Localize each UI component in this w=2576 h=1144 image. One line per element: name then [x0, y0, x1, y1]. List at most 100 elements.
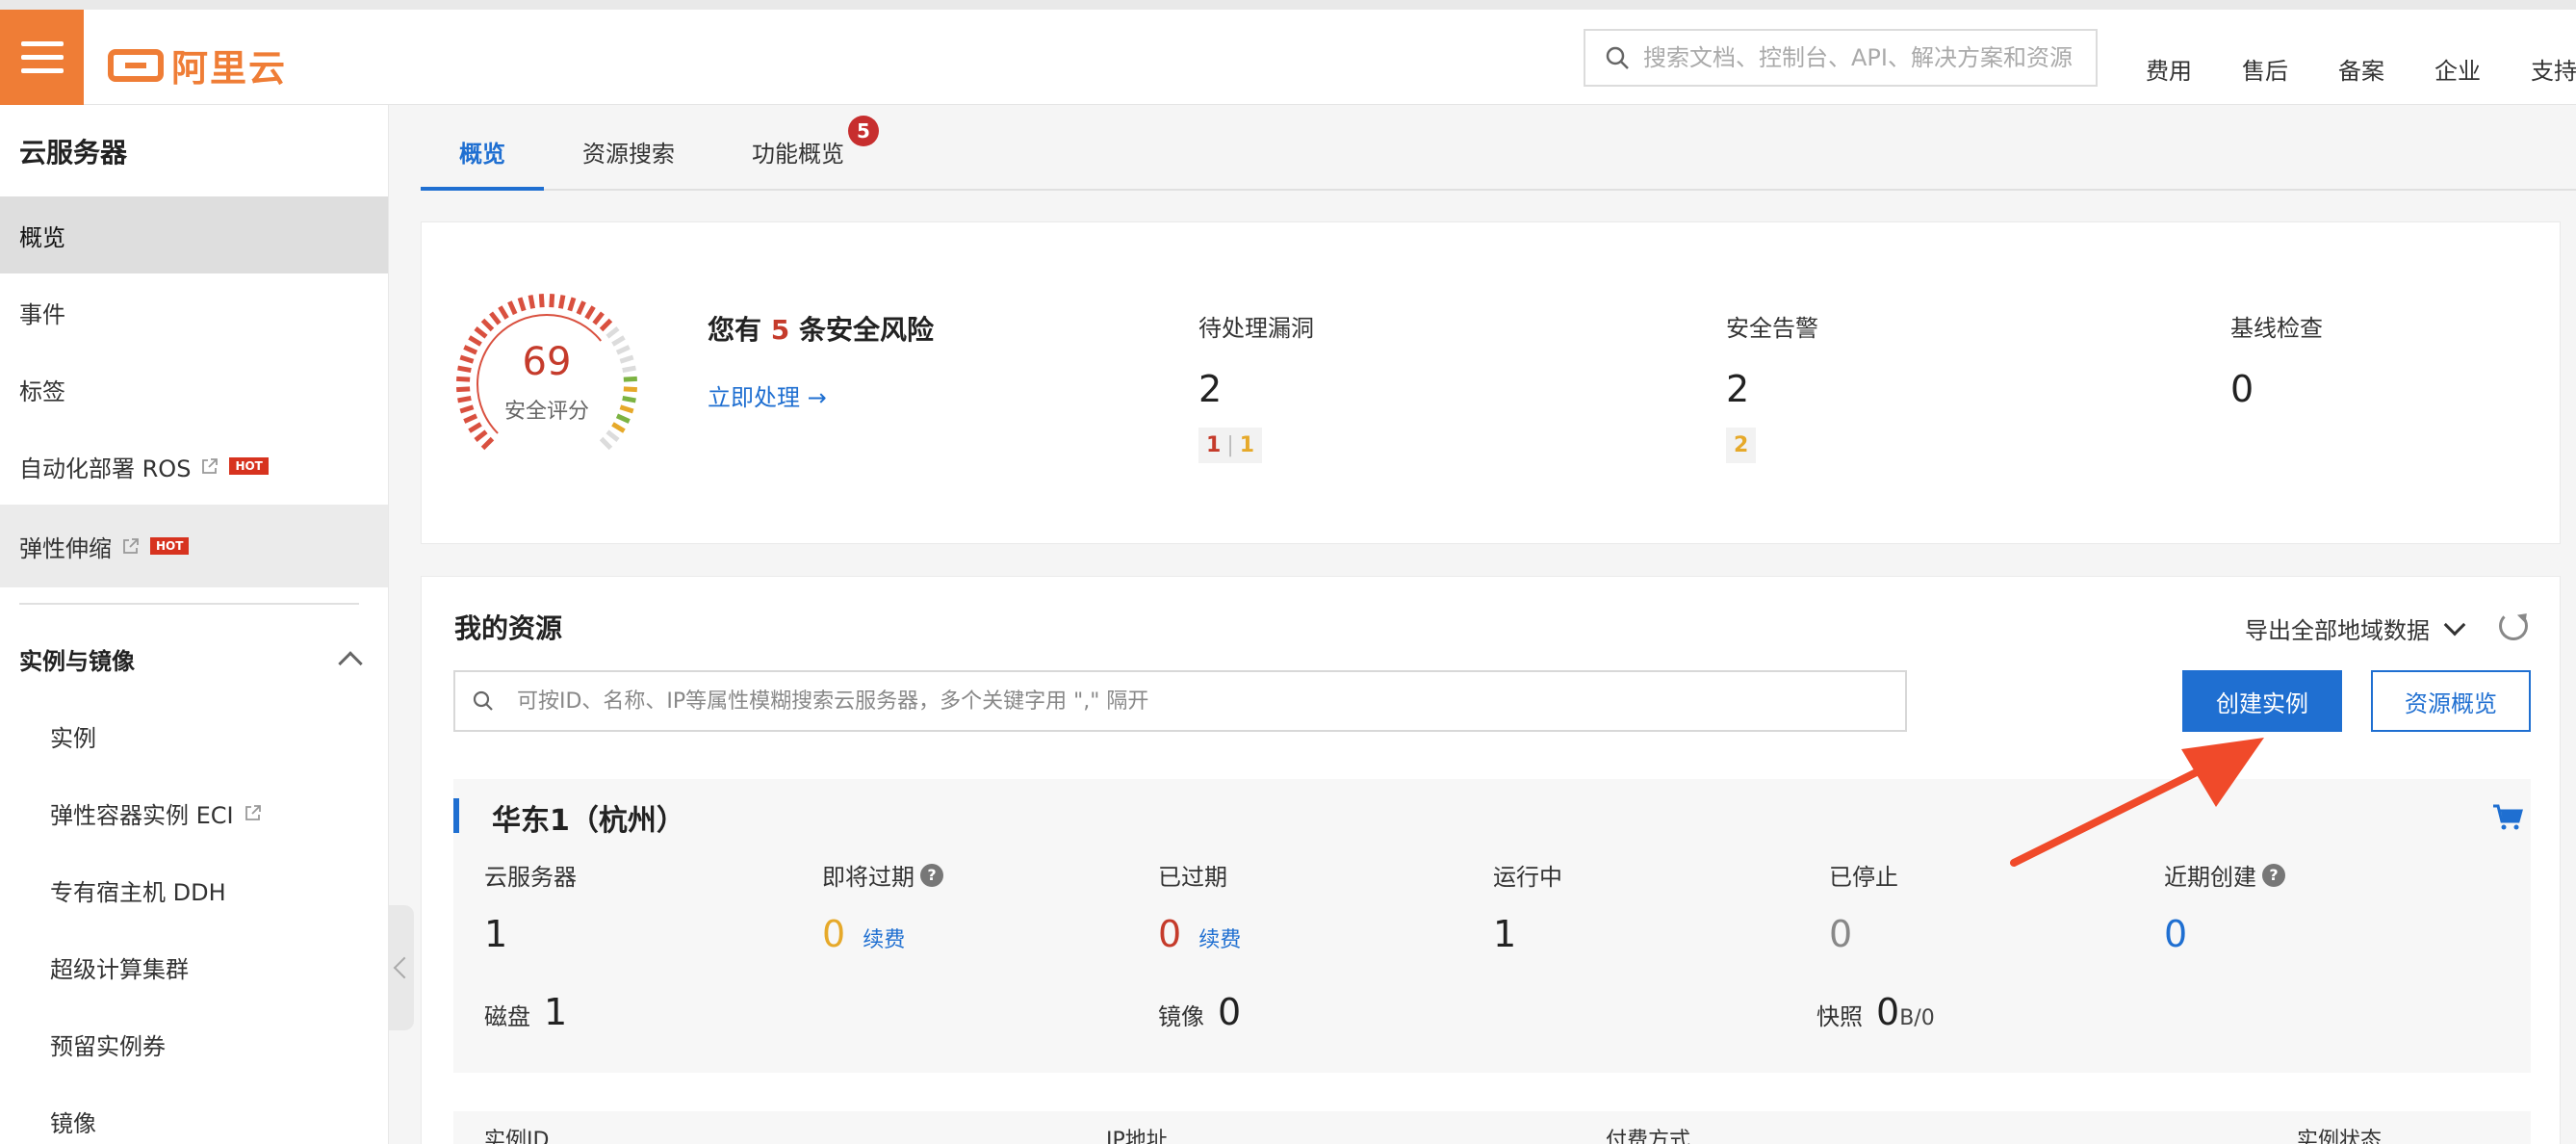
stat-label: 镜像 — [1158, 1003, 1204, 1030]
external-link-icon — [123, 538, 139, 554]
chevron-down-icon — [2443, 613, 2466, 636]
chevron-up-icon — [338, 651, 363, 676]
export-region-data-dropdown[interactable]: 导出全部地域数据 — [2245, 611, 2466, 645]
help-icon[interactable]: ? — [920, 863, 943, 887]
resource-search-input[interactable] — [517, 689, 1865, 714]
region-stat-disks[interactable]: 磁盘 1 — [484, 991, 567, 1033]
top-nav: 费用 售后 备案 企业 支持 — [2146, 52, 2576, 86]
stat-value: 1 — [484, 913, 508, 955]
stat-value: 1 — [1493, 913, 1517, 955]
region-stat-running[interactable]: 运行中 1 — [1493, 858, 1562, 955]
risk-summary: 您有 5 条安全风险 — [708, 309, 934, 348]
sidebar-item-label: 实例 — [50, 724, 96, 752]
gauge-tick — [549, 294, 555, 308]
stat-label: 云服务器 — [484, 864, 577, 891]
sidebar-item-label: 自动化部署 ROS — [19, 455, 192, 482]
global-search[interactable] — [1584, 29, 2098, 87]
sidebar-item-eci[interactable]: 弹性容器实例 ECI — [0, 774, 388, 851]
chip-high: 1 — [1206, 433, 1222, 457]
sidebar-item-images[interactable]: 镜像 — [0, 1082, 388, 1144]
sidebar-item-scc[interactable]: 超级计算集群 — [0, 928, 388, 1005]
resource-overview-button[interactable]: 资源概览 — [2371, 670, 2531, 732]
sidebar-item-reserved[interactable]: 预留实例券 — [0, 1005, 388, 1082]
region-stat-stopped[interactable]: 已停止 0 — [1829, 858, 1898, 955]
sidebar-item-tags[interactable]: 标签 — [0, 351, 388, 428]
stat-value: 0 — [1829, 913, 1853, 955]
stat-value: 0 — [1218, 991, 1242, 1033]
renew-link[interactable]: 续费 — [1198, 923, 1241, 953]
refresh-icon[interactable] — [2499, 611, 2528, 640]
column-header[interactable]: 付费方式 — [1606, 1123, 1690, 1144]
chip-separator: | — [1226, 433, 1234, 457]
sidebar-group-label: 实例与镜像 — [19, 647, 135, 675]
sidebar-collapse-handle[interactable] — [389, 905, 414, 1030]
stat-value: 2 — [1198, 368, 1223, 410]
top-bar: 阿里云 费用 售后 备案 企业 支持 — [0, 0, 2576, 105]
gauge-tick — [599, 436, 613, 451]
chip-medium: 1 — [1239, 433, 1255, 457]
column-header[interactable]: 实例ID — [484, 1123, 549, 1144]
sidebar-item-overview[interactable]: 概览 — [0, 196, 388, 273]
stat-value: 2 — [1726, 368, 1750, 410]
hot-badge: HOT — [229, 457, 269, 475]
gauge-tick — [507, 300, 518, 316]
tab-feature-overview[interactable]: 功能概览 5 — [713, 106, 892, 191]
tab-label: 资源搜索 — [582, 141, 675, 168]
global-search-input[interactable] — [1643, 44, 2086, 71]
column-header[interactable]: 实例状态 — [2297, 1123, 2382, 1144]
stat-baseline[interactable]: 基线检查 0 — [2230, 309, 2323, 410]
sidebar-item-label: 超级计算集群 — [50, 955, 189, 983]
nav-fees[interactable]: 费用 — [2146, 52, 2242, 86]
sidebar-item-autoscaling[interactable]: 弹性伸缩 HOT — [0, 505, 388, 587]
sidebar-item-label: 概览 — [19, 223, 65, 251]
region-stat-ecs[interactable]: 云服务器 1 — [484, 858, 577, 955]
region-name: 华东1（杭州） — [492, 804, 685, 838]
gauge-tick — [599, 318, 613, 332]
stat-value: 0 — [2230, 368, 2254, 410]
tab-overview[interactable]: 概览 — [421, 106, 544, 191]
stat-label: 安全告警 — [1726, 315, 1818, 342]
gauge-tick — [576, 300, 586, 316]
create-instance-button[interactable]: 创建实例 — [2182, 670, 2342, 732]
external-link-icon — [245, 805, 261, 820]
region-stat-images[interactable]: 镜像 0 — [1158, 991, 1241, 1033]
stat-value: 0 — [2164, 913, 2188, 955]
sidebar-item-events[interactable]: 事件 — [0, 273, 388, 351]
export-label: 导出全部地域数据 — [2245, 617, 2430, 644]
handle-now-link[interactable]: 立即处理 → — [708, 378, 827, 412]
sidebar-title: 云服务器 — [19, 136, 128, 169]
stat-value: 0 — [1158, 913, 1182, 955]
nav-enterprise[interactable]: 企业 — [2434, 52, 2531, 86]
nav-icp[interactable]: 备案 — [2338, 52, 2434, 86]
gauge-tick — [557, 295, 566, 309]
region-stat-snapshots[interactable]: 快照 0 B/0 — [1816, 991, 1935, 1033]
sidebar-item-label: 弹性容器实例 ECI — [50, 801, 234, 829]
sidebar-item-label: 事件 — [19, 300, 65, 328]
stat-value: 1 — [544, 991, 568, 1033]
stat-alerts[interactable]: 安全告警 2 2 — [1726, 309, 1818, 463]
nav-after-sales[interactable]: 售后 — [2242, 52, 2338, 86]
sidebar-divider — [19, 603, 359, 605]
risk-count: 5 — [770, 314, 790, 346]
sidebar-item-ddh[interactable]: 专有宿主机 DDH — [0, 851, 388, 928]
tab-resource-search[interactable]: 资源搜索 — [544, 106, 713, 191]
column-header[interactable]: IP地址 — [1106, 1123, 1168, 1144]
cart-icon[interactable] — [2492, 804, 2523, 831]
stat-vulnerabilities[interactable]: 待处理漏洞 2 1 | 1 — [1198, 309, 1314, 463]
security-score: 69 — [522, 340, 572, 384]
logo[interactable]: 阿里云 — [108, 39, 287, 91]
stat-unit: B/0 — [1899, 1006, 1935, 1030]
region-stat-expiring[interactable]: 即将过期? 0 续费 — [822, 858, 943, 955]
hamburger-menu-icon[interactable] — [0, 10, 84, 105]
nav-support[interactable]: 支持 — [2531, 52, 2576, 86]
sidebar-item-instances[interactable]: 实例 — [0, 697, 388, 774]
chip-medium: 2 — [1734, 433, 1749, 457]
resource-search[interactable] — [453, 670, 1907, 732]
risk-suffix: 条安全风险 — [799, 314, 935, 346]
region-stat-expired[interactable]: 已过期 0 续费 — [1158, 858, 1241, 955]
sidebar-item-ros[interactable]: 自动化部署 ROS HOT — [0, 428, 388, 505]
sidebar-group-instances-images[interactable]: 实例与镜像 — [0, 620, 388, 697]
logo-text: 阿里云 — [171, 47, 288, 90]
stat-label: 已过期 — [1158, 864, 1227, 891]
renew-link[interactable]: 续费 — [863, 923, 905, 953]
